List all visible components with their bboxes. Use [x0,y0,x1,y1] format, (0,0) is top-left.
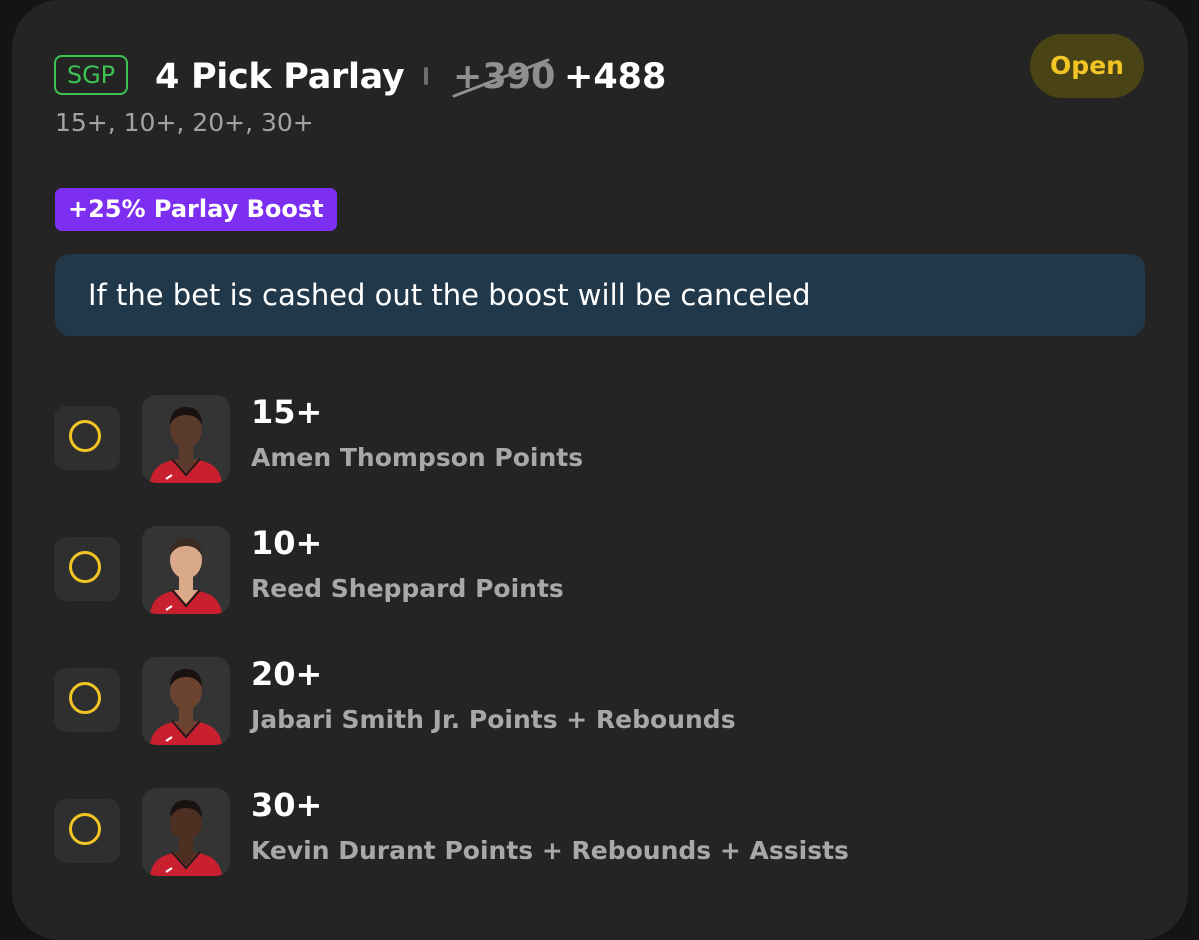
player-headshot [142,395,230,483]
empty-circle-icon [69,682,101,714]
leg-market: Jabari Smith Jr. Points + Rebounds [251,705,736,734]
leg-row[interactable]: 20+ Jabari Smith Jr. Points + Rebounds [54,654,1054,754]
leg-line: 10+ [251,524,323,562]
leg-status-button[interactable] [54,799,120,863]
parlay-boost-badge: +25% Parlay Boost [55,188,337,231]
empty-circle-icon [69,420,101,452]
bet-title: 4 Pick Parlay [155,57,405,97]
leg-status-button[interactable] [54,537,120,601]
leg-status-button[interactable] [54,668,120,732]
empty-circle-icon [69,551,101,583]
empty-circle-icon [69,813,101,845]
player-headshot [142,526,230,614]
leg-row[interactable]: 15+ Amen Thompson Points [54,392,1054,492]
leg-line: 15+ [251,393,323,431]
odds-divider [424,67,428,85]
status-badge-open[interactable]: Open [1030,34,1144,98]
leg-status-button[interactable] [54,406,120,470]
leg-row[interactable]: 10+ Reed Sheppard Points [54,523,1054,623]
player-headshot [142,657,230,745]
boosted-odds: +488 [564,57,667,97]
leg-row[interactable]: 30+ Kevin Durant Points + Rebounds + Assi… [54,785,1054,885]
strikethrough-line [452,58,550,98]
sgp-badge: SGP [54,55,128,95]
leg-line: 20+ [251,655,323,693]
leg-market: Kevin Durant Points + Rebounds + Assists [251,836,849,865]
leg-line: 30+ [251,786,323,824]
cashout-notice: If the bet is cashed out the boost will … [55,254,1145,336]
player-headshot [142,788,230,876]
lines-summary: 15+, 10+, 20+, 30+ [55,108,314,137]
bet-card: SGP 4 Pick Parlay +390 +488 15+, 10+, 20… [12,0,1188,940]
leg-market: Reed Sheppard Points [251,574,564,603]
leg-market: Amen Thompson Points [251,443,584,472]
